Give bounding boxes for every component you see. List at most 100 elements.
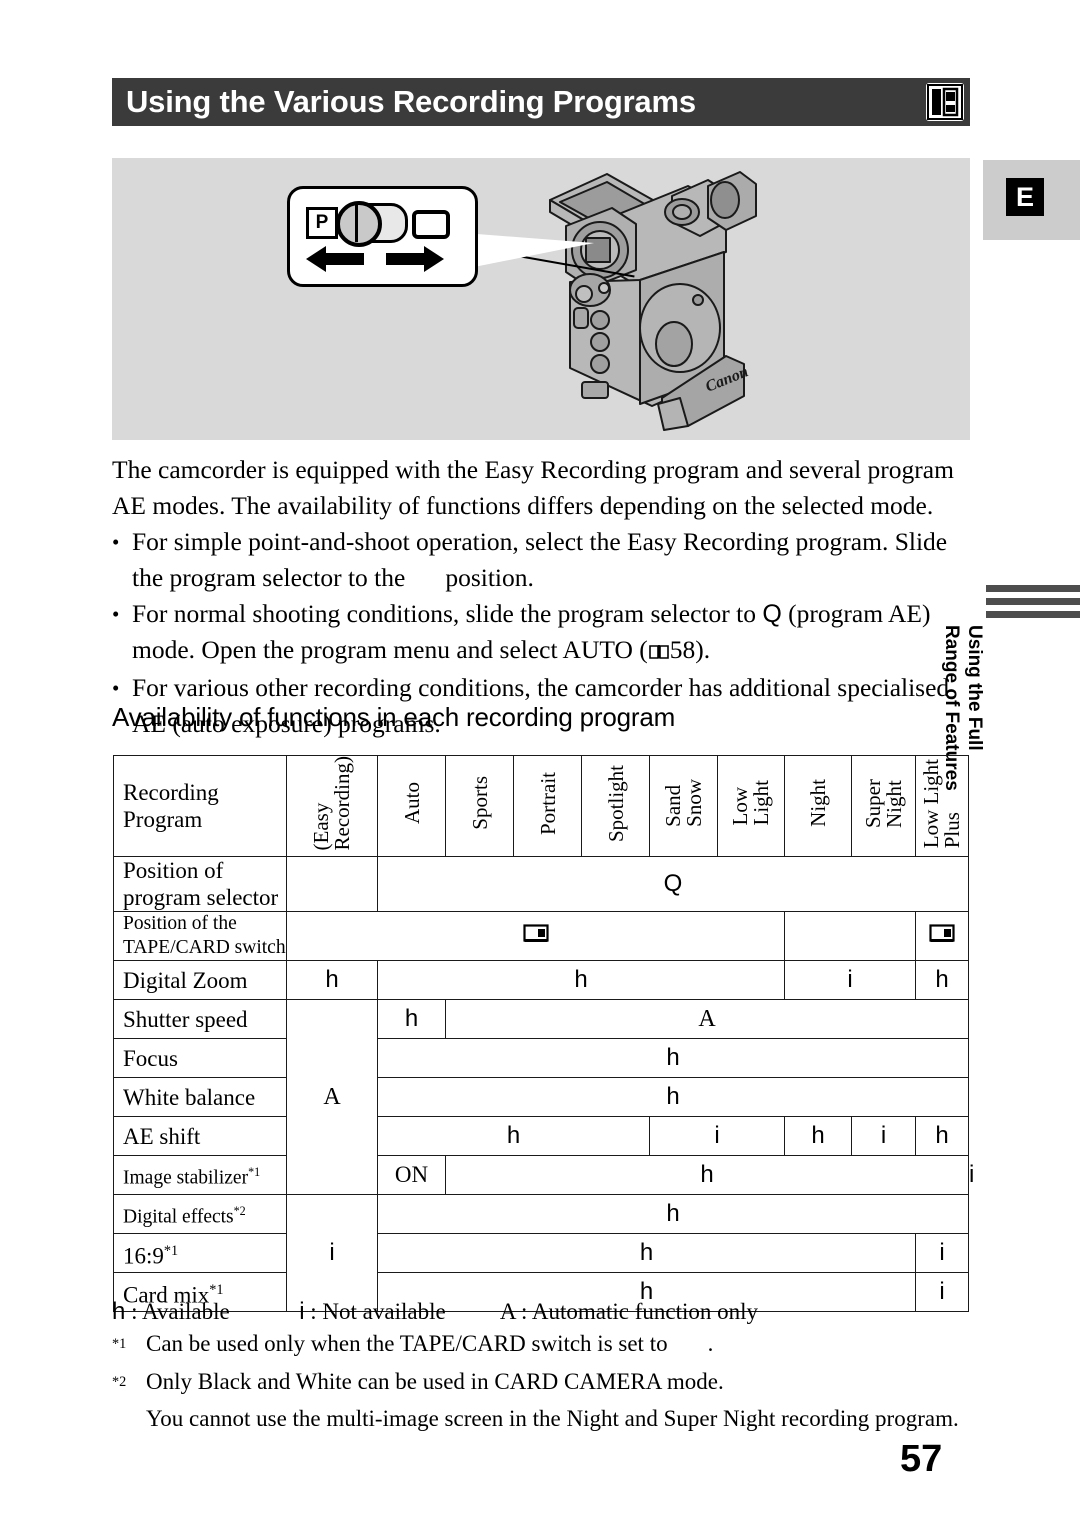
table-column-header-1: Auto: [377, 754, 446, 858]
cell-value: h: [377, 1038, 969, 1079]
legend-line: h : Available i : Not available A : Auto…: [112, 1296, 992, 1328]
cell-symbol: i: [939, 1239, 945, 1267]
row-label: AE shift: [113, 1116, 287, 1157]
bullet-text: For normal shooting conditions, slide th…: [132, 596, 972, 670]
cell-value: A: [286, 999, 378, 1196]
table-row: White balance h: [113, 1077, 969, 1118]
cell-value: h: [915, 960, 969, 1001]
bullet-text: For simple point-and-shoot operation, se…: [132, 524, 972, 596]
arrow-left-icon: [304, 244, 366, 279]
column-header-label: Night: [806, 779, 830, 828]
arrow-right-icon: [384, 244, 446, 279]
cell-symbol: ON: [394, 1162, 429, 1188]
bullet-item-2: • For normal shooting conditions, slide …: [112, 596, 972, 670]
cell-symbol: h: [666, 1083, 680, 1111]
side-tab-rule: [986, 598, 1080, 605]
bullet-dot: •: [112, 602, 120, 626]
table-column-header-8: Super Night: [851, 754, 916, 858]
row-label: Image stabilizer*1: [113, 1155, 287, 1196]
side-tab-line1: Using the Full: [964, 625, 985, 751]
legend-auto-symbol: A: [499, 1299, 516, 1324]
row-label: 16:9*1: [113, 1233, 287, 1274]
footnotes: h : Available i : Not available A : Auto…: [112, 1296, 992, 1435]
cell-value: h: [784, 1116, 852, 1157]
bullet-item-1: • For simple point-and-shoot operation, …: [112, 524, 972, 596]
table-row: Digital effects*2 i h: [113, 1194, 969, 1313]
cell-value: h: [445, 1155, 969, 1196]
language-marker-e: E: [1006, 178, 1044, 216]
cell-value: i: [915, 1233, 969, 1274]
bullet-1-part2: position.: [445, 563, 534, 592]
book-camera-icon: [926, 83, 964, 121]
camcorder-illustration: Canon: [512, 160, 812, 443]
table-column-header-7: Night: [784, 754, 852, 858]
cell-symbol: h: [935, 966, 949, 994]
footnote-1: *1 Can be used only when the TAPE/CARD s…: [112, 1328, 992, 1366]
selector-knob-icon: [336, 201, 382, 247]
footnote-2: *2 Only Black and White can be used in C…: [112, 1366, 992, 1404]
table-row: AE shift h i h i h: [113, 1116, 969, 1157]
row-label: Position of program selector: [113, 856, 287, 913]
corner-line2: Program: [123, 807, 203, 833]
column-header-label: (Easy Recording): [309, 756, 354, 851]
cell-value: h: [377, 1116, 650, 1157]
cell-value: h: [377, 1077, 969, 1118]
callout-tail: [464, 233, 594, 269]
table-row: Position of program selector Q: [113, 856, 969, 913]
table-column-header-6: Low Light: [717, 754, 785, 858]
table-column-header-9: Low Light Plus: [915, 754, 969, 858]
legend-available-symbol: h: [112, 1298, 126, 1325]
column-header-label: Sand Snow: [660, 779, 706, 828]
cell-symbol: Q: [663, 870, 683, 898]
table-column-header-2: Sports: [445, 754, 514, 858]
cell-value: h: [286, 960, 378, 1001]
column-header-label: Auto: [399, 782, 424, 825]
column-header-label: Low Light: [728, 780, 773, 826]
table-row: Image stabilizer*1 ON h i: [113, 1155, 974, 1196]
legend-available-text: : Available: [131, 1299, 230, 1324]
footnote-2-mark: *2: [112, 1373, 127, 1390]
cell-symbol: i: [969, 1161, 975, 1189]
row-label: White balance: [113, 1077, 287, 1118]
corner-line1: Recording: [123, 780, 219, 806]
cell-symbol: h: [404, 1005, 419, 1033]
cell-value: h: [377, 1194, 969, 1235]
table-row: Shutter speed Ah A: [113, 999, 969, 1196]
program-ae-q-symbol: Q: [762, 600, 782, 628]
table-row: Focus h: [113, 1038, 969, 1079]
table-column-header-4: Spotlight: [581, 754, 650, 858]
side-tab: Using the Full Range of Features: [941, 585, 1080, 825]
cell-value: h: [377, 999, 446, 1040]
book-reference-icon: [648, 634, 669, 670]
row-label: Digital effects*2: [113, 1194, 287, 1235]
cell-value: i: [851, 1116, 916, 1157]
table-row: 16:9*1 h i: [113, 1233, 969, 1274]
cell-symbol: h: [574, 966, 588, 994]
legend-auto-text: : Automatic function only: [521, 1299, 759, 1324]
page-header-banner: Using the Various Recording Programs: [112, 78, 970, 126]
cell-symbol: h: [666, 1044, 680, 1072]
bullet-2-part3: ).: [695, 635, 711, 664]
row-label: Position of the TAPE/CARD switch: [113, 911, 287, 962]
cell-symbol: h: [666, 1200, 680, 1228]
easy-recording-icon: [412, 210, 450, 239]
table-corner-label: Recording Program: [113, 754, 287, 858]
empty-cell: [784, 911, 916, 962]
column-header-label: Spotlight: [603, 764, 628, 842]
cell-symbol: i: [329, 1239, 335, 1267]
bullet-1-part1: For simple point-and-shoot operation, se…: [132, 527, 948, 592]
empty-cell: [286, 856, 378, 913]
table-column-header-3: Portrait: [513, 754, 582, 858]
tape-icon: [915, 911, 969, 962]
cell-symbol: i: [714, 1122, 720, 1150]
bullet-dot: •: [112, 530, 120, 554]
cell-value: i: [649, 1116, 785, 1157]
page-number: 57: [900, 1438, 943, 1480]
table-header-row: Recording Program (Easy Recording) Auto Spor…: [113, 754, 969, 858]
cell-symbol: i: [880, 1122, 887, 1150]
program-ae-p-label: P: [306, 207, 338, 239]
illustration-panel: P Canon: [112, 158, 970, 440]
cell-value: A: [445, 999, 969, 1040]
table-column-header-0: (Easy Recording): [286, 754, 378, 858]
page-title: Using the Various Recording Programs: [126, 84, 696, 119]
